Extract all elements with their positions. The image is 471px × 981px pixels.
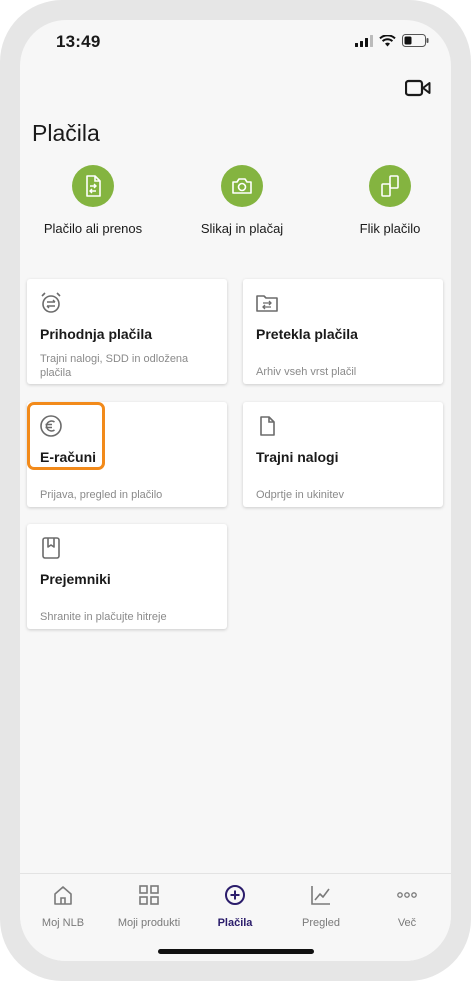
card-title: Prejemniki xyxy=(40,571,111,587)
phone-frame: 13:49 Plačila Plačilo ali prenos Slikaj … xyxy=(0,0,471,981)
card-description: Odprtje in ukinitev xyxy=(256,489,345,501)
card-description: Arhiv vseh vrst plačil xyxy=(256,366,357,378)
nav-label: Več xyxy=(397,917,417,929)
camera-icon xyxy=(221,165,263,207)
card-future-payments[interactable]: Prihodnja plačila Trajni nalogi, SDD in … xyxy=(27,279,227,384)
card-recipients[interactable]: Prejemniki Shranite in plačujte hitreje xyxy=(27,524,227,629)
grid-icon xyxy=(139,885,159,905)
card-past-payments[interactable]: Pretekla plačila Arhiv vseh vrst plačil xyxy=(243,279,443,384)
home-indicator[interactable] xyxy=(158,949,314,954)
chart-icon xyxy=(311,886,330,905)
card-title: Trajni nalogi xyxy=(256,449,339,465)
nav-item-moj-nlb[interactable]: Moj NLB xyxy=(20,884,106,929)
quick-action-transfer[interactable]: Plačilo ali prenos xyxy=(20,165,168,236)
page-title: Plačila xyxy=(32,120,100,146)
card-standing-orders[interactable]: Trajni nalogi Odprtje in ukinitev xyxy=(243,402,443,507)
bookmark-book-icon xyxy=(42,537,60,559)
video-call-icon[interactable] xyxy=(405,78,431,98)
nav-label: Moji produkti xyxy=(117,917,181,929)
document-icon xyxy=(260,416,275,436)
quick-action-label: Slikaj in plačaj xyxy=(200,221,284,236)
signal-icon xyxy=(355,34,373,47)
card-description: Shranite in plačujte hitreje xyxy=(40,611,167,623)
screen: 13:49 Plačila Plačilo ali prenos Slikaj … xyxy=(20,20,451,961)
transfer-document-icon xyxy=(72,165,114,207)
nav-item-vec[interactable]: Več xyxy=(364,884,450,929)
highlight-box xyxy=(27,402,105,470)
bottom-navigation: Moj NLB Moji produkti Plačila Pregled Ve… xyxy=(20,873,451,961)
status-icons xyxy=(355,34,429,47)
nav-label: Plačila xyxy=(217,917,253,929)
card-description: Trajni nalogi, SDD in odložena plačila xyxy=(40,353,189,379)
nav-label: Moj NLB xyxy=(41,917,85,929)
battery-icon xyxy=(402,34,429,47)
quick-action-label: Flik plačilo xyxy=(359,221,421,236)
nav-item-moji-produkti[interactable]: Moji produkti xyxy=(106,884,192,929)
card-title: Pretekla plačila xyxy=(256,326,358,342)
card-title: Prihodnja plačila xyxy=(40,326,153,342)
nav-item-pregled[interactable]: Pregled xyxy=(278,884,364,929)
plus-circle-icon xyxy=(225,885,245,905)
home-icon xyxy=(54,886,72,905)
nav-label: Pregled xyxy=(302,917,340,929)
quick-action-camera[interactable]: Slikaj in plačaj xyxy=(167,165,317,236)
more-dots-icon xyxy=(397,892,417,898)
nav-item-placila[interactable]: Plačila xyxy=(192,884,278,929)
flik-icon xyxy=(369,165,411,207)
quick-action-flik[interactable]: Flik plačilo xyxy=(315,165,451,236)
wifi-icon xyxy=(379,34,396,46)
folder-transfer-icon xyxy=(256,295,278,312)
status-time: 13:49 xyxy=(56,32,101,51)
alarm-clock-icon xyxy=(41,292,61,313)
quick-action-label: Plačilo ali prenos xyxy=(43,221,143,236)
card-description: Prijava, pregled in plačilo xyxy=(40,489,163,501)
